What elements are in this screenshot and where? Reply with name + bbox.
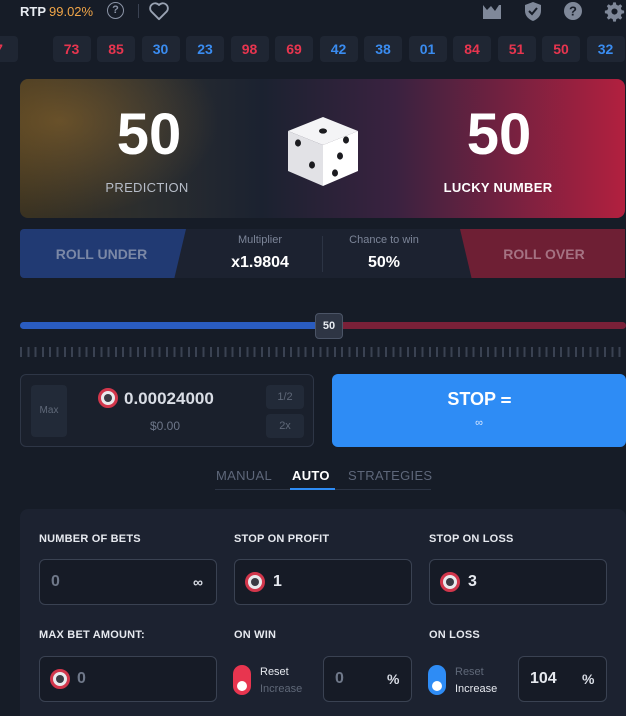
slider-handle[interactable]: 50 [315,313,343,339]
divider [322,236,323,272]
history-item: 42 [319,36,358,62]
prediction-value: 50 [116,102,182,167]
heart-icon[interactable] [148,1,170,21]
multiplier-value: x1.9804 [231,254,289,271]
history-item: 73 [52,36,91,62]
coin-icon [245,572,265,592]
divider [138,4,139,18]
on-win-toggle[interactable] [233,665,251,695]
double-bet-button[interactable]: 2x [266,414,304,438]
stop-button-infinity: ∞ [475,417,483,429]
results-history: 7 73853023986942380184515032 [0,36,626,62]
slider-track-over[interactable] [340,322,626,329]
history-item: 7 [0,36,18,62]
on-loss-percent-value[interactable]: 104 [530,670,557,688]
bet-amount-input[interactable]: 0.00024000 [124,389,214,409]
svg-text:?: ? [569,4,577,19]
active-tab-indicator [290,488,335,490]
lucky-number-value: 50 [466,102,532,167]
on-loss-label: ON LOSS [429,629,480,641]
stop-button[interactable] [332,374,626,447]
infinity-suffix: ∞ [193,574,203,590]
number-of-bets-field[interactable] [39,559,217,605]
history-item: 84 [453,36,491,62]
on-loss-increase-option[interactable]: Increase [455,683,497,695]
tab-auto[interactable]: AUTO [292,468,330,483]
history-item: 69 [275,36,313,62]
stop-button-label[interactable]: STOP [332,389,626,410]
multiplier-label: Multiplier [237,234,282,246]
bet-usd-value: $0.00 [149,419,181,433]
shield-icon[interactable] [523,1,543,22]
max-bet-amount-value[interactable]: 0 [77,670,86,688]
gear-icon[interactable] [604,1,625,22]
number-of-bets-label: NUMBER OF BETS [39,533,141,545]
chart-icon[interactable] [481,1,503,21]
coin-icon [98,388,118,408]
coin-icon [50,669,70,689]
rtp-value: 99.02% [49,4,94,19]
history-item: 85 [97,36,135,62]
on-win-percent-value[interactable]: 0 [335,670,344,688]
history-item: 30 [141,36,180,62]
dice-icon [288,117,358,186]
prediction-label: PREDICTION [105,180,189,195]
history-item: 23 [186,36,224,62]
percent-suffix: % [582,671,595,687]
on-loss-toggle[interactable] [428,665,446,695]
question-icon[interactable]: ? [563,1,583,21]
loading-icon [500,397,511,404]
help-icon[interactable]: ? [107,2,124,19]
roll-over-label[interactable]: ROLL OVER [463,246,625,262]
history-item: 98 [230,36,269,62]
coin-icon [440,572,460,592]
roll-under-label[interactable]: ROLL UNDER [20,246,183,262]
on-win-label: ON WIN [234,629,277,641]
slider-track-under[interactable] [20,322,316,329]
history-item: 32 [586,36,625,62]
on-win-increase-option[interactable]: Increase [260,683,302,695]
rtp-display: RTP 99.02% [20,4,93,19]
slider-ticks [20,347,626,357]
result-panel: 50 PREDICTION 50 LUCKY NUMBER [20,79,625,218]
history-item: 38 [364,36,402,62]
tab-strategies[interactable]: STRATEGIES [348,468,432,483]
stop-on-profit-value[interactable]: 1 [273,573,282,591]
max-bet-amount-label: MAX BET AMOUNT: [39,629,145,641]
stop-on-loss-value[interactable]: 3 [468,573,477,591]
max-bet-button[interactable]: Max [31,385,67,437]
rtp-label: RTP [20,4,46,19]
stop-on-loss-label: STOP ON LOSS [429,533,514,545]
chance-value: 50% [367,254,401,271]
on-win-reset-option[interactable]: Reset [260,666,289,678]
chance-label: Chance to win [349,234,419,246]
tab-manual[interactable]: MANUAL [216,468,272,483]
lucky-number-label: LUCKY NUMBER [443,180,553,195]
history-item: 01 [408,36,447,62]
percent-suffix: % [387,671,400,687]
history-item: 51 [497,36,536,62]
half-bet-button[interactable]: 1/2 [266,385,304,409]
on-loss-reset-option[interactable]: Reset [455,666,484,678]
number-of-bets-value[interactable]: 0 [51,573,60,591]
history-item: 50 [542,36,580,62]
top-bar: RTP 99.02% ? ? [0,0,626,26]
stop-on-profit-label: STOP ON PROFIT [234,533,330,545]
